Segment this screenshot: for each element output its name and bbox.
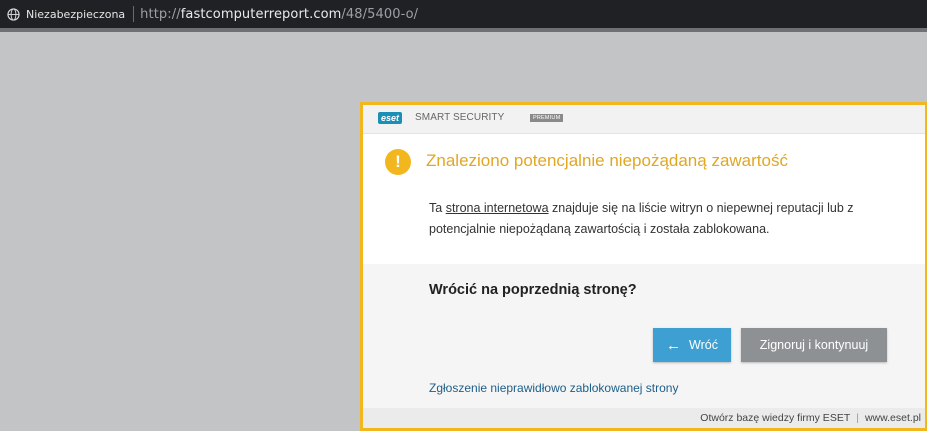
arrow-left-icon: ←	[666, 336, 682, 354]
globe-icon	[7, 7, 20, 21]
footer-separator: |	[856, 412, 859, 424]
report-wrong-block-link[interactable]: Zgłoszenie nieprawidłowo zablokowanej st…	[429, 381, 678, 395]
address-bar[interactable]: Niezabezpieczona http://fastcomputerrepo…	[0, 0, 927, 28]
url-path: /48/5400-o/	[341, 6, 419, 22]
eset-block-dialog: eset SMART SECURITY PREMIUM ! Znaleziono…	[360, 102, 927, 431]
back-button[interactable]: ← Wróć	[653, 328, 731, 362]
dialog-header: eset SMART SECURITY PREMIUM	[363, 105, 925, 134]
dialog-footer: Otwórz bazę wiedzy firmy ESET | www.eset…	[363, 408, 925, 428]
back-button-label: Wróć	[689, 338, 718, 352]
question-text: Wrócić na poprzednią stronę?	[429, 282, 637, 298]
dialog-title: Znaleziono potencjalnie niepożądaną zawa…	[426, 151, 788, 170]
address-separator	[133, 6, 135, 22]
url-text[interactable]: http://fastcomputerreport.com/48/5400-o/	[140, 7, 418, 22]
security-status[interactable]: Niezabezpieczona	[26, 8, 125, 21]
product-name: SMART SECURITY	[415, 112, 505, 123]
action-section: Wrócić na poprzednią stronę? ← Wróć Zign…	[363, 264, 925, 428]
warning-icon: !	[385, 149, 411, 175]
ignore-continue-button[interactable]: Zignoruj i kontynuuj	[741, 328, 887, 362]
eset-logo: eset	[378, 112, 403, 124]
eset-site-link[interactable]: www.eset.pl	[865, 412, 921, 424]
toolbar-divider	[0, 28, 927, 32]
url-host: fastcomputerreport.com	[180, 6, 342, 22]
url-prefix: http://	[140, 6, 181, 22]
message-text-start: Ta	[429, 201, 446, 215]
edition-badge: PREMIUM	[530, 114, 564, 122]
block-message: Ta strona internetowa znajduje się na li…	[429, 198, 899, 240]
knowledge-base-link[interactable]: Otwórz bazę wiedzy firmy ESET	[700, 412, 850, 424]
website-link[interactable]: strona internetowa	[446, 201, 549, 215]
